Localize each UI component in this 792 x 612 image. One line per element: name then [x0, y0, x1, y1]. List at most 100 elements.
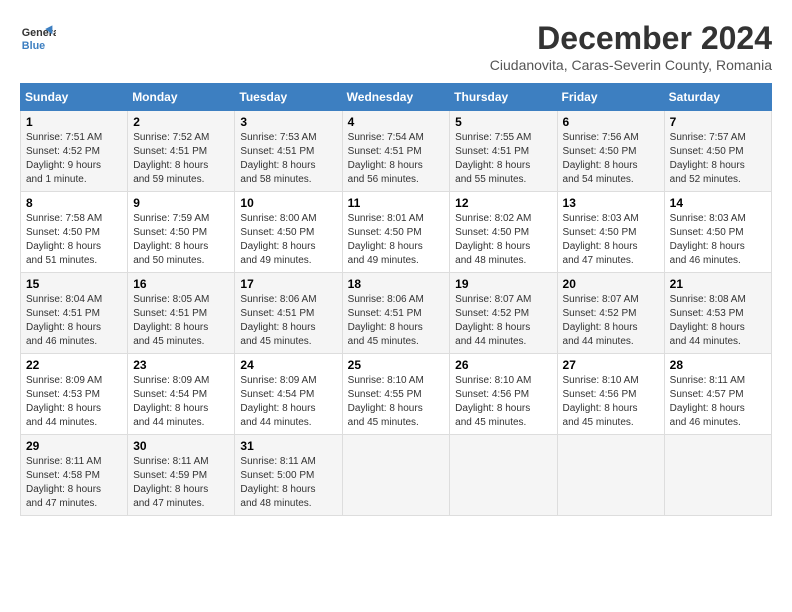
calendar-cell: 29Sunrise: 8:11 AMSunset: 4:58 PMDayligh…	[21, 435, 128, 516]
calendar-cell: 30 Sunrise: 8:11 AMSunset: 4:59 PMDayligh…	[128, 435, 235, 516]
day-number: 10	[240, 196, 336, 210]
calendar-cell: 6 Sunrise: 7:56 AMSunset: 4:50 PMDaylight…	[557, 111, 664, 192]
day-number: 26	[455, 358, 551, 372]
calendar-cell: 11 Sunrise: 8:01 AMSunset: 4:50 PMDayligh…	[342, 192, 450, 273]
day-info: Sunrise: 7:54 AMSunset: 4:51 PMDaylight:…	[348, 131, 445, 187]
logo: General Blue	[20, 20, 56, 56]
calendar-cell: 21 Sunrise: 8:08 AMSunset: 4:53 PMDayligh…	[664, 273, 771, 354]
day-info: Sunrise: 8:08 AMSunset: 4:53 PMDaylight:…	[670, 293, 766, 349]
day-number: 5	[455, 115, 551, 129]
day-number: 30	[133, 439, 229, 453]
day-info: Sunrise: 7:57 AMSunset: 4:50 PMDaylight:…	[670, 131, 766, 187]
day-info: Sunrise: 8:09 AMSunset: 4:53 PMDaylight:…	[26, 374, 122, 430]
day-info: Sunrise: 8:11 AMSunset: 4:58 PMDaylight:…	[26, 455, 122, 511]
calendar-cell: 22Sunrise: 8:09 AMSunset: 4:53 PMDayligh…	[21, 354, 128, 435]
day-info: Sunrise: 7:56 AMSunset: 4:50 PMDaylight:…	[563, 131, 659, 187]
day-number: 3	[240, 115, 336, 129]
col-sunday: Sunday	[21, 84, 128, 111]
calendar-cell: 3 Sunrise: 7:53 AMSunset: 4:51 PMDaylight…	[235, 111, 342, 192]
day-number: 28	[670, 358, 766, 372]
svg-text:Blue: Blue	[22, 40, 45, 52]
day-info: Sunrise: 8:07 AMSunset: 4:52 PMDaylight:…	[563, 293, 659, 349]
day-info: Sunrise: 7:59 AMSunset: 4:50 PMDaylight:…	[133, 212, 229, 268]
calendar-cell: 1 Sunrise: 7:51 AMSunset: 4:52 PMDaylight…	[21, 111, 128, 192]
calendar-cell: 9 Sunrise: 7:59 AMSunset: 4:50 PMDaylight…	[128, 192, 235, 273]
header: General Blue December 2024 Ciudanovita, …	[20, 20, 772, 73]
day-number: 8	[26, 196, 122, 210]
calendar-cell: 15Sunrise: 8:04 AMSunset: 4:51 PMDayligh…	[21, 273, 128, 354]
calendar-cell	[342, 435, 450, 516]
day-number: 25	[348, 358, 445, 372]
header-row: Sunday Monday Tuesday Wednesday Thursday…	[21, 84, 772, 111]
calendar-cell: 7 Sunrise: 7:57 AMSunset: 4:50 PMDaylight…	[664, 111, 771, 192]
day-number: 21	[670, 277, 766, 291]
col-wednesday: Wednesday	[342, 84, 450, 111]
calendar-cell: 23 Sunrise: 8:09 AMSunset: 4:54 PMDayligh…	[128, 354, 235, 435]
calendar-cell	[664, 435, 771, 516]
day-number: 4	[348, 115, 445, 129]
day-number: 20	[563, 277, 659, 291]
day-number: 1	[26, 115, 122, 129]
day-number: 14	[670, 196, 766, 210]
calendar-cell: 27 Sunrise: 8:10 AMSunset: 4:56 PMDayligh…	[557, 354, 664, 435]
calendar-cell	[557, 435, 664, 516]
day-info: Sunrise: 8:09 AMSunset: 4:54 PMDaylight:…	[133, 374, 229, 430]
day-number: 18	[348, 277, 445, 291]
day-info: Sunrise: 8:01 AMSunset: 4:50 PMDaylight:…	[348, 212, 445, 268]
day-info: Sunrise: 8:10 AMSunset: 4:56 PMDaylight:…	[455, 374, 551, 430]
calendar-cell: 10Sunrise: 8:00 AMSunset: 4:50 PMDayligh…	[235, 192, 342, 273]
main-title: December 2024	[490, 20, 772, 57]
calendar-cell: 18 Sunrise: 8:06 AMSunset: 4:51 PMDayligh…	[342, 273, 450, 354]
calendar-cell: 4 Sunrise: 7:54 AMSunset: 4:51 PMDaylight…	[342, 111, 450, 192]
calendar-cell: 19 Sunrise: 8:07 AMSunset: 4:52 PMDayligh…	[450, 273, 557, 354]
calendar-cell: 24Sunrise: 8:09 AMSunset: 4:54 PMDayligh…	[235, 354, 342, 435]
calendar-row-2: 8 Sunrise: 7:58 AMSunset: 4:50 PMDaylight…	[21, 192, 772, 273]
calendar-cell: 20 Sunrise: 8:07 AMSunset: 4:52 PMDayligh…	[557, 273, 664, 354]
day-info: Sunrise: 8:03 AMSunset: 4:50 PMDaylight:…	[563, 212, 659, 268]
day-info: Sunrise: 8:06 AMSunset: 4:51 PMDaylight:…	[240, 293, 336, 349]
subtitle: Ciudanovita, Caras-Severin County, Roman…	[490, 57, 772, 73]
day-info: Sunrise: 8:11 AMSunset: 4:59 PMDaylight:…	[133, 455, 229, 511]
day-info: Sunrise: 7:55 AMSunset: 4:51 PMDaylight:…	[455, 131, 551, 187]
day-info: Sunrise: 7:52 AMSunset: 4:51 PMDaylight:…	[133, 131, 229, 187]
day-info: Sunrise: 8:10 AMSunset: 4:56 PMDaylight:…	[563, 374, 659, 430]
title-section: December 2024 Ciudanovita, Caras-Severin…	[490, 20, 772, 73]
col-saturday: Saturday	[664, 84, 771, 111]
col-thursday: Thursday	[450, 84, 557, 111]
day-info: Sunrise: 8:07 AMSunset: 4:52 PMDaylight:…	[455, 293, 551, 349]
calendar-cell: 8 Sunrise: 7:58 AMSunset: 4:50 PMDaylight…	[21, 192, 128, 273]
day-number: 23	[133, 358, 229, 372]
logo-icon: General Blue	[20, 20, 56, 56]
day-info: Sunrise: 7:58 AMSunset: 4:50 PMDaylight:…	[26, 212, 122, 268]
calendar-row-3: 15Sunrise: 8:04 AMSunset: 4:51 PMDayligh…	[21, 273, 772, 354]
day-number: 16	[133, 277, 229, 291]
day-number: 15	[26, 277, 122, 291]
day-number: 2	[133, 115, 229, 129]
calendar-cell: 28 Sunrise: 8:11 AMSunset: 4:57 PMDayligh…	[664, 354, 771, 435]
calendar-table: Sunday Monday Tuesday Wednesday Thursday…	[20, 83, 772, 516]
day-info: Sunrise: 7:51 AMSunset: 4:52 PMDaylight:…	[26, 131, 122, 187]
day-info: Sunrise: 8:10 AMSunset: 4:55 PMDaylight:…	[348, 374, 445, 430]
day-number: 17	[240, 277, 336, 291]
calendar-row-1: 1 Sunrise: 7:51 AMSunset: 4:52 PMDaylight…	[21, 111, 772, 192]
calendar-cell: 5 Sunrise: 7:55 AMSunset: 4:51 PMDaylight…	[450, 111, 557, 192]
day-info: Sunrise: 7:53 AMSunset: 4:51 PMDaylight:…	[240, 131, 336, 187]
day-number: 9	[133, 196, 229, 210]
calendar-cell: 14Sunrise: 8:03 AMSunset: 4:50 PMDayligh…	[664, 192, 771, 273]
calendar-cell: 26 Sunrise: 8:10 AMSunset: 4:56 PMDayligh…	[450, 354, 557, 435]
day-info: Sunrise: 8:06 AMSunset: 4:51 PMDaylight:…	[348, 293, 445, 349]
day-number: 27	[563, 358, 659, 372]
day-info: Sunrise: 8:11 AMSunset: 5:00 PMDaylight:…	[240, 455, 336, 511]
calendar-row-5: 29Sunrise: 8:11 AMSunset: 4:58 PMDayligh…	[21, 435, 772, 516]
calendar-cell: 12Sunrise: 8:02 AMSunset: 4:50 PMDayligh…	[450, 192, 557, 273]
col-monday: Monday	[128, 84, 235, 111]
day-info: Sunrise: 8:02 AMSunset: 4:50 PMDaylight:…	[455, 212, 551, 268]
day-number: 19	[455, 277, 551, 291]
day-number: 11	[348, 196, 445, 210]
day-number: 24	[240, 358, 336, 372]
calendar-cell: 25 Sunrise: 8:10 AMSunset: 4:55 PMDayligh…	[342, 354, 450, 435]
day-info: Sunrise: 8:11 AMSunset: 4:57 PMDaylight:…	[670, 374, 766, 430]
day-number: 6	[563, 115, 659, 129]
day-number: 7	[670, 115, 766, 129]
day-info: Sunrise: 8:05 AMSunset: 4:51 PMDaylight:…	[133, 293, 229, 349]
